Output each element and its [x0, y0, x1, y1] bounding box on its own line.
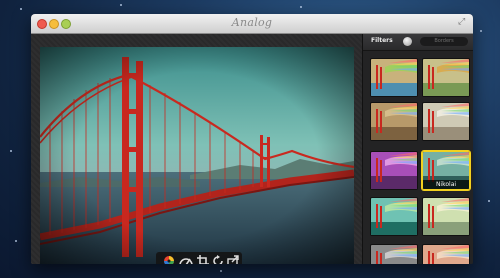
share-icon[interactable] [226, 254, 240, 264]
filter-thumbnail[interactable] [370, 102, 418, 141]
filter-preview-image [371, 198, 417, 235]
filter-thumbnail[interactable] [370, 58, 418, 97]
color-wheel-icon[interactable] [162, 254, 176, 264]
filter-thumbnail[interactable] [370, 151, 418, 190]
rotate-icon[interactable] [211, 254, 225, 264]
filter-preview-image [423, 103, 469, 140]
filter-preview-image [423, 59, 469, 96]
filter-thumbnail[interactable] [422, 197, 470, 236]
filter-thumbnail[interactable] [370, 197, 418, 236]
bridge-photo [40, 47, 354, 264]
star [480, 30, 482, 32]
title-bar[interactable]: Analog ⤢ [31, 14, 473, 34]
star [15, 240, 17, 242]
filter-preview-image [423, 245, 469, 264]
crop-icon[interactable] [196, 254, 210, 264]
star [10, 150, 12, 152]
sidebar-header: Filters Borders [363, 34, 473, 51]
filter-preview-image [371, 103, 417, 140]
adjust-icon[interactable] [178, 254, 194, 264]
filter-thumbnail[interactable] [422, 102, 470, 141]
canvas-area [31, 34, 362, 264]
tab-borders[interactable]: Borders [420, 37, 468, 46]
app-window: Analog ⤢ Filters Borders Nikolai [31, 14, 473, 264]
edit-toolbar [156, 252, 242, 264]
filter-name-label: Nikolai [423, 180, 469, 189]
photo-preview [40, 47, 354, 264]
star [20, 8, 22, 10]
filter-preview-image [371, 152, 417, 189]
filter-thumbnail[interactable] [422, 244, 470, 264]
filter-thumbnail[interactable] [370, 244, 418, 264]
filter-preview-image [371, 245, 417, 264]
tab-filters[interactable]: Filters [371, 37, 393, 44]
star [120, 4, 122, 6]
star [488, 200, 490, 202]
window-title: Analog [231, 16, 273, 29]
star [300, 6, 302, 8]
mode-toggle-knob[interactable] [403, 37, 412, 46]
filter-preview-image [371, 59, 417, 96]
fullscreen-icon[interactable]: ⤢ [458, 18, 467, 27]
filter-preview-image [423, 198, 469, 235]
filters-sidebar: Filters Borders Nikolai [362, 34, 473, 264]
filter-thumbnail[interactable]: Nikolai [422, 151, 470, 190]
filter-thumbnail[interactable] [422, 58, 470, 97]
star [220, 270, 222, 272]
